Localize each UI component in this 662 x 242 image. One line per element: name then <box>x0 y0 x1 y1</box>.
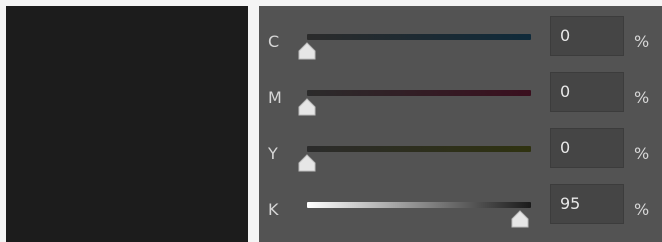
channel-slider-thumb-m[interactable] <box>297 98 317 116</box>
channel-value-input-k[interactable]: 95 <box>550 184 624 224</box>
color-preview-swatch <box>6 6 248 242</box>
channel-row-k: K 95 % <box>259 184 662 240</box>
channel-slider-thumb-k[interactable] <box>510 210 530 228</box>
channel-row-c: C 0 % <box>259 16 662 72</box>
channel-unit-m: % <box>634 88 650 107</box>
channel-label-c: C <box>268 32 280 51</box>
channel-slider-thumb-y[interactable] <box>297 154 317 172</box>
channel-track-c[interactable] <box>307 34 531 40</box>
channel-row-y: Y 0 % <box>259 128 662 184</box>
channel-value-input-y[interactable]: 0 <box>550 128 624 168</box>
channel-label-m: M <box>268 88 282 107</box>
channel-unit-y: % <box>634 144 650 163</box>
channel-label-k: K <box>268 200 279 219</box>
channel-value-input-c[interactable]: 0 <box>550 16 624 56</box>
channel-track-m[interactable] <box>307 90 531 96</box>
channel-value-input-m[interactable]: 0 <box>550 72 624 112</box>
channel-label-y: Y <box>268 144 278 163</box>
channel-slider-thumb-c[interactable] <box>297 42 317 60</box>
channel-track-k[interactable] <box>307 202 531 208</box>
channel-row-m: M 0 % <box>259 72 662 128</box>
channel-unit-c: % <box>634 32 650 51</box>
cmyk-slider-panel: C 0 % M 0 % Y 0 % K 95 % <box>259 6 662 242</box>
channel-track-y[interactable] <box>307 146 531 152</box>
channel-unit-k: % <box>634 200 650 219</box>
